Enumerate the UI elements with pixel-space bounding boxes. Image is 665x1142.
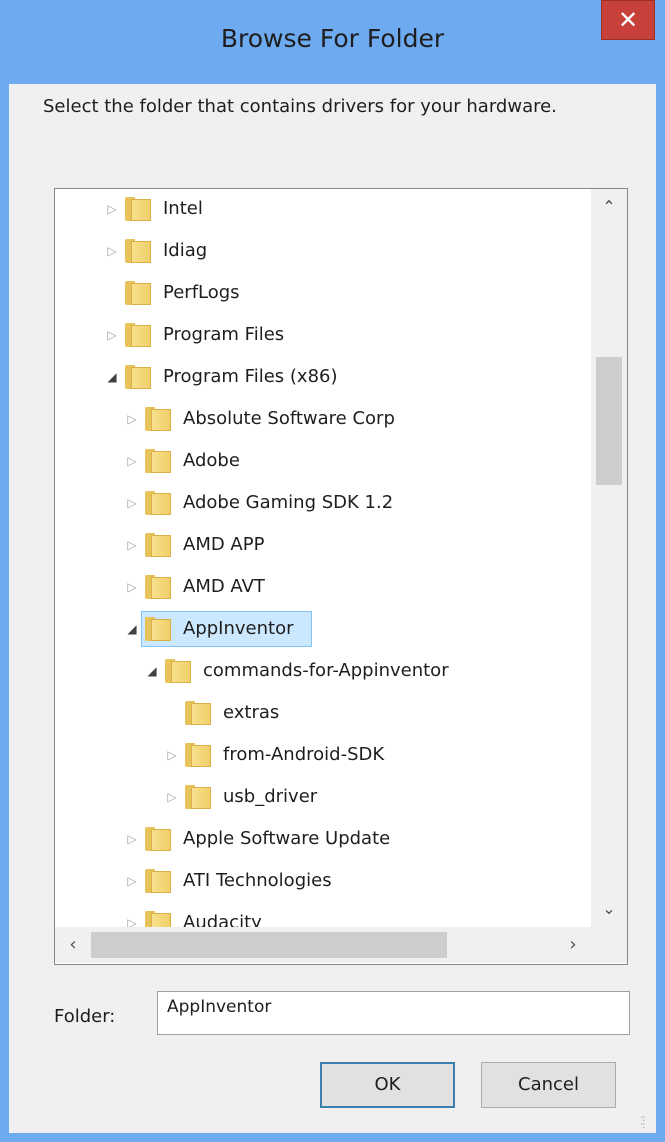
folder-icon <box>165 659 193 683</box>
folder-icon <box>145 827 173 851</box>
folder-icon <box>125 197 153 221</box>
tree-item-label: commands-for-Appinventor <box>203 660 449 681</box>
tree-item-label: ATI Technologies <box>183 870 332 891</box>
folder-icon <box>125 281 153 305</box>
folder-icon <box>145 533 173 557</box>
folder-tree[interactable]: ▷ Intel ▷ Idiag PerfLogs ▷ Program Files ◢ Progr… <box>54 188 628 965</box>
vertical-scroll-thumb[interactable] <box>596 357 622 485</box>
scroll-up-icon[interactable]: ⌃ <box>591 189 627 225</box>
folder-icon <box>145 407 173 431</box>
folder-field-label: Folder: <box>54 1006 116 1027</box>
close-icon: ✕ <box>617 6 639 34</box>
tree-item-label: Intel <box>163 198 203 219</box>
tree-item[interactable]: ▷ Apple Software Update <box>55 819 575 859</box>
collapsed-arrow-icon[interactable]: ▷ <box>125 829 139 849</box>
tree-item[interactable]: ▷ usb_driver <box>55 777 575 817</box>
title-bar[interactable]: Browse For Folder ✕ <box>0 0 665 84</box>
scroll-right-icon[interactable]: › <box>555 927 591 963</box>
folder-icon <box>145 491 173 515</box>
tree-item-label: AMD AVT <box>183 576 265 597</box>
tree-item[interactable]: ◢ commands-for-Appinventor <box>55 651 575 691</box>
collapsed-arrow-icon[interactable]: ▷ <box>165 745 179 765</box>
tree-item[interactable]: ▷ ATI Technologies <box>55 861 575 901</box>
tree-item[interactable]: extras <box>55 693 575 733</box>
collapsed-arrow-icon[interactable]: ▷ <box>125 409 139 429</box>
folder-icon <box>185 701 213 725</box>
tree-item[interactable]: ▷ Program Files <box>55 315 575 355</box>
collapsed-arrow-icon[interactable]: ▷ <box>125 451 139 471</box>
tree-item-label: AMD APP <box>183 534 265 555</box>
collapsed-arrow-icon[interactable]: ▷ <box>125 493 139 513</box>
resize-grip-icon[interactable]: ·: ·: <box>640 1114 654 1131</box>
folder-icon <box>145 449 173 473</box>
dialog-title: Browse For Folder <box>220 24 445 53</box>
scroll-left-icon[interactable]: ‹ <box>55 927 91 963</box>
scrollbar-corner <box>591 927 627 963</box>
expanded-arrow-icon[interactable]: ◢ <box>125 619 139 639</box>
collapsed-arrow-icon[interactable]: ▷ <box>125 535 139 555</box>
tree-item[interactable]: ◢ Program Files (x86) <box>55 357 575 397</box>
folder-icon <box>185 743 213 767</box>
scroll-down-icon[interactable]: ⌄ <box>591 891 627 927</box>
folder-icon <box>125 323 153 347</box>
collapsed-arrow-icon[interactable]: ▷ <box>165 787 179 807</box>
collapsed-arrow-icon[interactable]: ▷ <box>105 241 119 261</box>
folder-icon <box>145 617 173 641</box>
tree-item-label: Program Files <box>163 324 285 345</box>
tree-item-label: PerfLogs <box>163 282 240 303</box>
tree-item[interactable]: ▷ Adobe Gaming SDK 1.2 <box>55 483 575 523</box>
tree-item[interactable]: ▷ AMD AVT <box>55 567 575 607</box>
tree-item-label: Apple Software Update <box>183 828 391 849</box>
tree-item[interactable]: ▷ Adobe <box>55 441 575 481</box>
tree-item-label: AppInventor <box>183 618 294 639</box>
ok-button[interactable]: OK <box>320 1062 455 1108</box>
tree-item[interactable]: ▷ Intel <box>55 189 575 229</box>
folder-icon <box>185 785 213 809</box>
collapsed-arrow-icon[interactable]: ▷ <box>105 325 119 345</box>
tree-item[interactable]: ▷ Absolute Software Corp <box>55 399 575 439</box>
horizontal-scrollbar[interactable]: ‹ › <box>55 927 591 963</box>
expanded-arrow-icon[interactable]: ◢ <box>105 367 119 387</box>
tree-item[interactable]: ▷ AMD APP <box>55 525 575 565</box>
instruction-text: Select the folder that contains drivers … <box>43 96 557 117</box>
tree-item[interactable]: ◢ AppInventor <box>55 609 575 649</box>
folder-field[interactable] <box>157 991 630 1035</box>
expanded-arrow-icon[interactable]: ◢ <box>145 661 159 681</box>
tree-item-label: Idiag <box>163 240 208 261</box>
vertical-scrollbar[interactable]: ⌃ ⌄ <box>591 189 627 927</box>
tree-item-label: Program Files (x86) <box>163 366 338 387</box>
collapsed-arrow-icon[interactable]: ▷ <box>105 199 119 219</box>
close-button[interactable]: ✕ <box>601 0 655 40</box>
tree-item-label: from-Android-SDK <box>223 744 385 765</box>
tree-item-label: extras <box>223 702 280 723</box>
cancel-button[interactable]: Cancel <box>481 1062 616 1108</box>
tree-item-label: Adobe Gaming SDK 1.2 <box>183 492 394 513</box>
folder-icon <box>125 239 153 263</box>
tree-item[interactable]: ▷ from-Android-SDK <box>55 735 575 775</box>
horizontal-scroll-thumb[interactable] <box>91 932 447 958</box>
folder-icon <box>125 365 153 389</box>
folder-icon <box>145 869 173 893</box>
tree-item[interactable]: PerfLogs <box>55 273 575 313</box>
collapsed-arrow-icon[interactable]: ▷ <box>125 577 139 597</box>
folder-icon <box>145 575 173 599</box>
collapsed-arrow-icon[interactable]: ▷ <box>125 871 139 891</box>
tree-item-label: Absolute Software Corp <box>183 408 395 429</box>
tree-item-label: usb_driver <box>223 786 318 807</box>
tree-item[interactable]: ▷ Idiag <box>55 231 575 271</box>
tree-item-label: Adobe <box>183 450 240 471</box>
browse-for-folder-dialog: Browse For Folder ✕ Select the folder th… <box>0 0 665 1142</box>
